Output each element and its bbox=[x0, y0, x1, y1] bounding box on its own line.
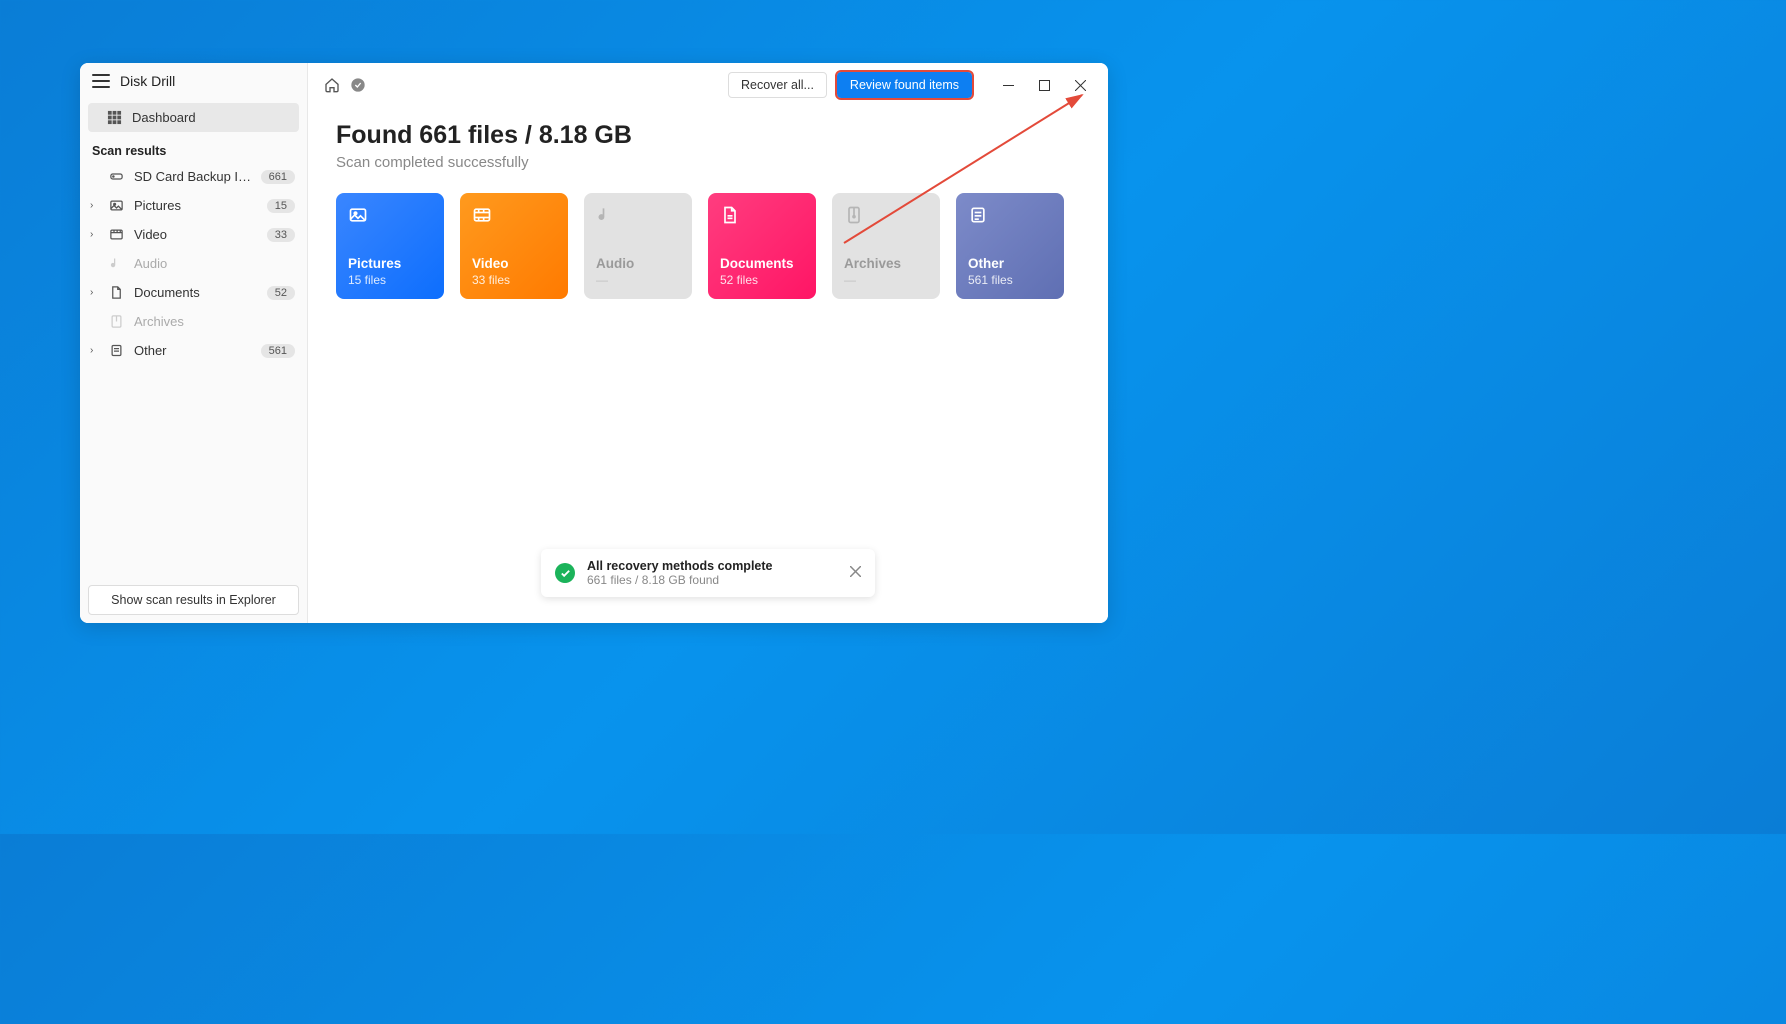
other-icon bbox=[108, 343, 124, 358]
sidebar-item-label: Other bbox=[134, 343, 255, 358]
archives-icon bbox=[844, 205, 928, 227]
category-card-audio[interactable]: Audio — bbox=[584, 193, 692, 299]
page-title: Found 661 files / 8.18 GB bbox=[336, 121, 1080, 150]
chevron-right-icon: › bbox=[90, 200, 93, 211]
menu-icon[interactable] bbox=[92, 74, 110, 88]
toast-title: All recovery methods complete bbox=[587, 559, 772, 573]
drive-icon bbox=[108, 169, 124, 184]
sidebar-item-dashboard[interactable]: Dashboard bbox=[88, 103, 299, 132]
maximize-button[interactable] bbox=[1026, 71, 1062, 99]
category-card-documents[interactable]: Documents 52 files bbox=[708, 193, 816, 299]
review-found-items-button[interactable]: Review found items bbox=[837, 72, 972, 98]
video-icon bbox=[108, 227, 124, 242]
app-window: Disk Drill Dashboard Scan results SD Car… bbox=[80, 63, 1108, 623]
toast-notification: All recovery methods complete 661 files … bbox=[541, 549, 875, 597]
sidebar-item-count: 15 bbox=[267, 199, 295, 213]
sidebar-item-pictures[interactable]: › Pictures 15 bbox=[80, 191, 307, 220]
page-subtitle: Scan completed successfully bbox=[336, 154, 1080, 171]
sidebar-item-count: 33 bbox=[267, 228, 295, 242]
card-count: 15 files bbox=[348, 273, 432, 287]
card-label: Audio bbox=[596, 256, 680, 271]
success-icon bbox=[555, 563, 575, 583]
sidebar-item-count: 661 bbox=[261, 170, 295, 184]
card-label: Other bbox=[968, 256, 1052, 271]
sidebar-item-audio[interactable]: Audio bbox=[80, 249, 307, 278]
card-count: 561 files bbox=[968, 273, 1052, 287]
sidebar-item-video[interactable]: › Video 33 bbox=[80, 220, 307, 249]
sidebar-item-label: SD Card Backup Image.d… bbox=[134, 169, 255, 184]
card-count: 52 files bbox=[720, 273, 804, 287]
sidebar-item-archives[interactable]: Archives bbox=[80, 307, 307, 336]
category-card-archives[interactable]: Archives — bbox=[832, 193, 940, 299]
document-icon bbox=[108, 285, 124, 300]
main-panel: Recover all... Review found items Found … bbox=[308, 63, 1108, 623]
card-count: — bbox=[596, 273, 680, 287]
pictures-icon bbox=[348, 205, 432, 227]
sidebar-item-label: Audio bbox=[134, 256, 295, 271]
audio-icon bbox=[108, 256, 124, 271]
sidebar-section-label: Scan results bbox=[80, 136, 307, 162]
category-card-video[interactable]: Video 33 files bbox=[460, 193, 568, 299]
sidebar-item-label: Video bbox=[134, 227, 261, 242]
sidebar-item-label: Archives bbox=[134, 314, 295, 329]
home-icon[interactable] bbox=[324, 77, 340, 93]
archive-icon bbox=[108, 314, 124, 329]
audio-icon bbox=[596, 205, 680, 227]
show-in-explorer-button[interactable]: Show scan results in Explorer bbox=[88, 585, 299, 615]
sidebar-item-count: 561 bbox=[261, 344, 295, 358]
chevron-right-icon: › bbox=[90, 229, 93, 240]
window-controls bbox=[990, 71, 1098, 99]
chevron-right-icon: › bbox=[90, 345, 93, 356]
card-count: — bbox=[844, 273, 928, 287]
card-label: Documents bbox=[720, 256, 804, 271]
verified-icon[interactable] bbox=[350, 77, 366, 93]
card-count: 33 files bbox=[472, 273, 556, 287]
app-title: Disk Drill bbox=[120, 73, 175, 89]
picture-icon bbox=[108, 198, 124, 213]
sidebar-item-label: Documents bbox=[134, 285, 261, 300]
sidebar-header: Disk Drill bbox=[80, 63, 307, 99]
toast-close-button[interactable] bbox=[850, 564, 861, 582]
card-label: Pictures bbox=[348, 256, 432, 271]
category-card-pictures[interactable]: Pictures 15 files bbox=[336, 193, 444, 299]
grid-icon bbox=[106, 110, 122, 125]
card-label: Video bbox=[472, 256, 556, 271]
close-button[interactable] bbox=[1062, 71, 1098, 99]
sidebar-item-count: 52 bbox=[267, 286, 295, 300]
toast-subtitle: 661 files / 8.18 GB found bbox=[587, 573, 772, 587]
sidebar-item-label: Pictures bbox=[134, 198, 261, 213]
sidebar-item-sd-card-backup-image-d-[interactable]: SD Card Backup Image.d… 661 bbox=[80, 162, 307, 191]
sidebar: Disk Drill Dashboard Scan results SD Car… bbox=[80, 63, 308, 623]
sidebar-item-other[interactable]: › Other 561 bbox=[80, 336, 307, 365]
other-icon bbox=[968, 205, 1052, 227]
sidebar-item-documents[interactable]: › Documents 52 bbox=[80, 278, 307, 307]
titlebar: Recover all... Review found items bbox=[308, 63, 1108, 99]
documents-icon bbox=[720, 205, 804, 227]
minimize-button[interactable] bbox=[990, 71, 1026, 99]
chevron-right-icon: › bbox=[90, 287, 93, 298]
sidebar-item-label: Dashboard bbox=[132, 110, 287, 125]
card-label: Archives bbox=[844, 256, 928, 271]
video-icon bbox=[472, 205, 556, 227]
recover-all-button[interactable]: Recover all... bbox=[728, 72, 827, 98]
category-card-other[interactable]: Other 561 files bbox=[956, 193, 1064, 299]
